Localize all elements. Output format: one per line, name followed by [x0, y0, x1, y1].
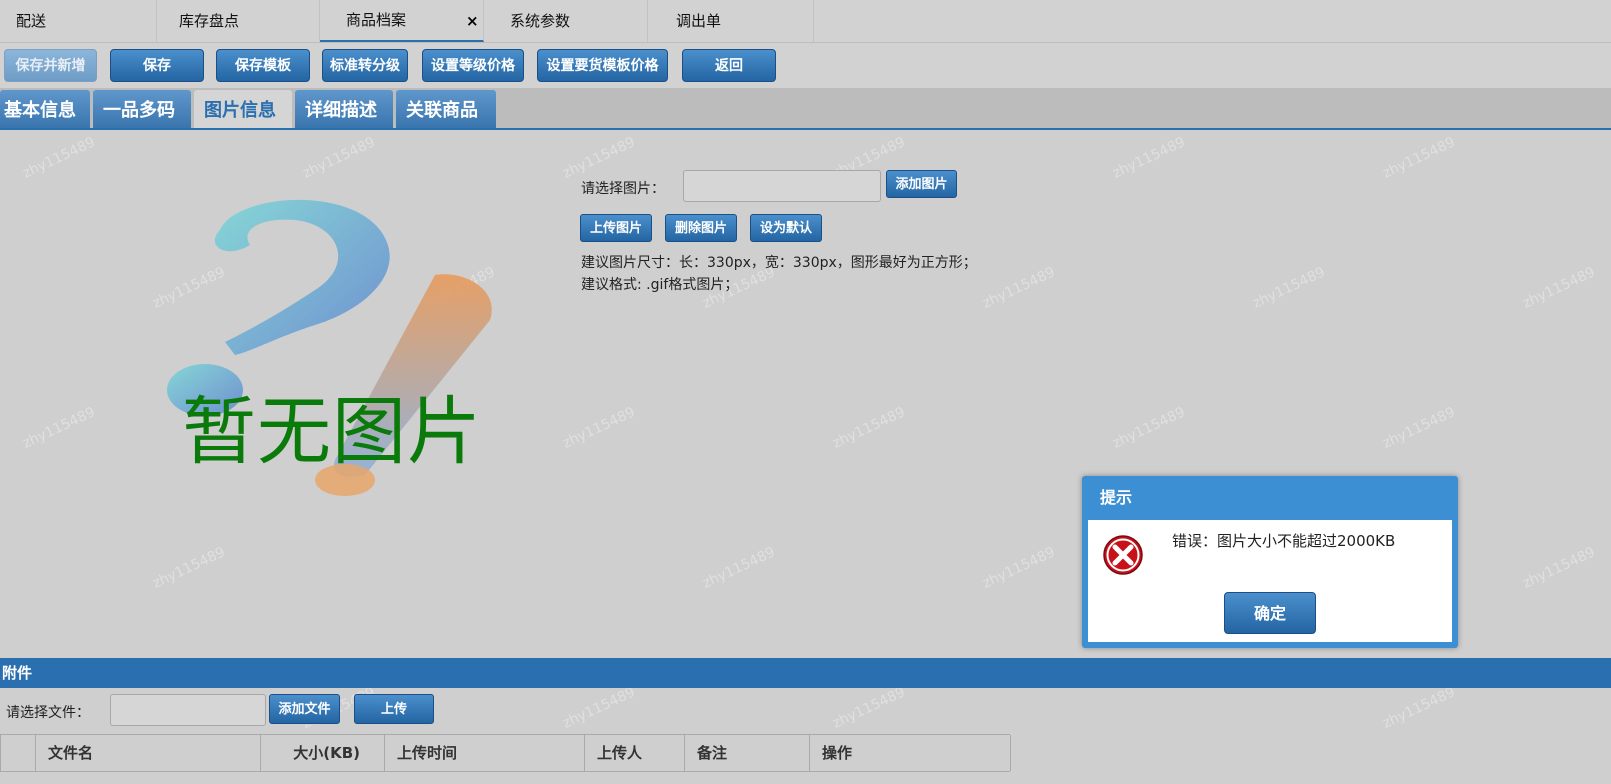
- select-file-label: 请选择文件：: [6, 705, 90, 721]
- alert-dialog: 提示 错误：图片大小不能超过2000KB 确定: [1082, 476, 1458, 648]
- tab-system-params[interactable]: 系统参数: [484, 0, 648, 42]
- tab-delivery[interactable]: 配送: [0, 0, 157, 42]
- tab-transfer-out[interactable]: 调出单: [648, 0, 814, 42]
- watermark-text: zhy115489: [1520, 544, 1598, 592]
- standard-to-grade-button[interactable]: 标准转分级: [322, 49, 408, 82]
- column-size[interactable]: 大小(KB): [261, 735, 385, 771]
- no-image-text: 暂无图片: [182, 389, 482, 475]
- save-template-button[interactable]: 保存模板: [216, 49, 310, 82]
- upload-file-button[interactable]: 上传: [354, 694, 434, 724]
- watermark-text: zhy115489: [700, 544, 778, 592]
- tab-multi-barcode[interactable]: 一品多码: [93, 90, 191, 128]
- back-button[interactable]: 返回: [682, 49, 776, 82]
- watermark-text: zhy115489: [20, 134, 98, 182]
- column-upload-time[interactable]: 上传时间: [385, 735, 585, 771]
- set-grade-price-button[interactable]: 设置等级价格: [422, 49, 524, 82]
- tab-product-archive[interactable]: 商品档案 ×: [320, 0, 484, 42]
- info-tab-bar: 基本信息 一品多码 图片信息 详细描述 关联商品: [0, 88, 1611, 130]
- attachments-header: 附件: [0, 658, 1611, 688]
- dialog-title: 提示: [1100, 488, 1133, 507]
- column-actions[interactable]: 操作: [810, 735, 1011, 771]
- watermark-text: zhy115489: [1110, 134, 1188, 182]
- watermark-text: zhy115489: [830, 404, 908, 452]
- checkbox-column-header: [1, 735, 36, 771]
- add-image-button[interactable]: 添加图片: [886, 170, 957, 198]
- watermark-text: zhy115489: [1380, 684, 1458, 732]
- tab-basic-info[interactable]: 基本信息: [0, 90, 90, 128]
- select-image-label: 请选择图片：: [581, 181, 665, 197]
- watermark-text: zhy115489: [560, 404, 638, 452]
- toolbar: 保存并新增 保存 保存模板 标准转分级 设置等级价格 设置要货模板价格 返回: [0, 43, 1611, 88]
- watermark-text: zhy115489: [560, 134, 638, 182]
- save-and-new-button[interactable]: 保存并新增: [4, 49, 97, 82]
- close-icon[interactable]: ×: [466, 1, 479, 41]
- column-uploader[interactable]: 上传人: [585, 735, 685, 771]
- watermark-text: zhy115489: [300, 134, 378, 182]
- upload-image-button[interactable]: 上传图片: [580, 214, 652, 242]
- watermark-text: zhy115489: [1250, 264, 1328, 312]
- tab-related-products[interactable]: 关联商品: [396, 90, 496, 128]
- set-default-button[interactable]: 设为默认: [750, 214, 822, 242]
- delete-image-button[interactable]: 删除图片: [665, 214, 737, 242]
- top-tab-strip: 配送 库存盘点 商品档案 × 系统参数 调出单: [0, 0, 1611, 43]
- save-button[interactable]: 保存: [110, 49, 204, 82]
- no-image-placeholder: 暂无图片: [165, 190, 505, 500]
- error-icon: [1103, 535, 1143, 575]
- column-file-name[interactable]: 文件名: [36, 735, 261, 771]
- add-file-button[interactable]: 添加文件: [269, 694, 340, 724]
- watermark-text: zhy115489: [1110, 404, 1188, 452]
- watermark-text: zhy115489: [1520, 264, 1598, 312]
- format-hint: 建议格式: .gif格式图片；: [581, 277, 739, 293]
- attachments-table-header: 文件名 大小(KB) 上传时间 上传人 备注 操作: [0, 734, 1011, 772]
- ok-button[interactable]: 确定: [1224, 592, 1316, 634]
- watermark-text: zhy115489: [980, 264, 1058, 312]
- watermark-text: zhy115489: [1380, 134, 1458, 182]
- set-order-template-price-button[interactable]: 设置要货模板价格: [537, 49, 668, 82]
- tab-product-archive-label: 商品档案: [346, 11, 407, 29]
- tab-inventory-count[interactable]: 库存盘点: [157, 0, 320, 42]
- watermark-text: zhy115489: [1380, 404, 1458, 452]
- watermark-text: zhy115489: [980, 544, 1058, 592]
- dialog-message: 错误：图片大小不能超过2000KB: [1172, 532, 1396, 550]
- tab-detail-desc[interactable]: 详细描述: [295, 90, 393, 128]
- dialog-body: 错误：图片大小不能超过2000KB 确定: [1088, 520, 1452, 642]
- column-remark[interactable]: 备注: [685, 735, 810, 771]
- watermark-text: zhy115489: [560, 684, 638, 732]
- size-hint: 建议图片尺寸：长：330px，宽：330px，图形最好为正方形；: [581, 255, 977, 271]
- attachment-file-input[interactable]: [110, 694, 266, 726]
- watermark-text: zhy115489: [20, 404, 98, 452]
- watermark-text: zhy115489: [150, 544, 228, 592]
- image-file-input[interactable]: [683, 170, 881, 202]
- watermark-text: zhy115489: [830, 684, 908, 732]
- tab-image-info[interactable]: 图片信息: [194, 90, 292, 128]
